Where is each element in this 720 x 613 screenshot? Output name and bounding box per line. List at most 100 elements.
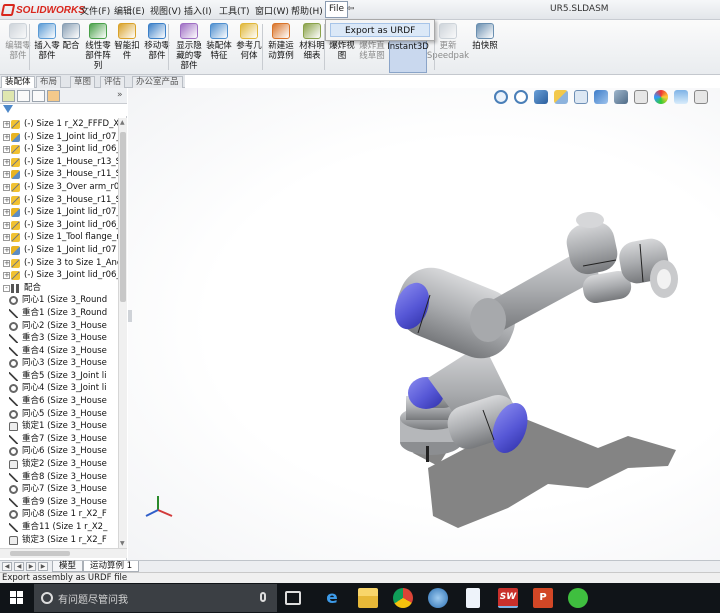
tree-item-mate[interactable]: 重合11 (Size 1 r_X2_ (0, 521, 118, 534)
microphone-icon[interactable] (260, 592, 266, 602)
expand-icon[interactable]: + (3, 121, 10, 128)
graphics-viewport[interactable] (128, 88, 720, 560)
wechat-icon[interactable] (568, 588, 588, 608)
next-tab-icon[interactable]: ▶ (26, 562, 36, 571)
expand-icon[interactable]: + (3, 183, 10, 191)
pin-icon[interactable]: ⇦ (347, 4, 357, 14)
prev-tab-icon[interactable]: ◀ (14, 562, 24, 571)
tree-item-component[interactable]: + (-) Size 3_Joint lid_r06_ (0, 219, 118, 232)
collapse-icon[interactable]: - (3, 284, 10, 292)
tree-item-component[interactable]: + (-) Size 1_Joint lid_r07 (0, 244, 118, 257)
first-tab-icon[interactable]: ◀ (2, 562, 12, 571)
toolbar-button-bom[interactable]: 材料明 细表 (299, 23, 325, 73)
tree-item-mate[interactable]: 同心7 (Size 3_House (0, 483, 118, 496)
filter-icon[interactable] (3, 105, 13, 113)
tree-item-mate[interactable]: 锁定2 (Size 3_House (0, 458, 118, 471)
toolbar-button-edit-component[interactable]: 编辑零 部件 (4, 23, 32, 73)
expand-icon[interactable]: + (3, 209, 10, 217)
tree-item-mate[interactable]: 同心1 (Size 3_Round (0, 294, 118, 307)
tree-item-mate[interactable]: 重合8 (Size 3_House (0, 471, 118, 484)
menu-edit[interactable]: 编辑(E) (114, 4, 145, 17)
expand-icon[interactable]: + (3, 259, 10, 267)
tree-item-component[interactable]: + (-) Size 3_House_r11_S (0, 194, 118, 207)
export-as-urdf-menu-item[interactable]: Export as URDF (330, 23, 430, 37)
toolbar-button-insert-component[interactable]: 插入零 部件 (34, 23, 60, 73)
tree-item-component[interactable]: + (-) Size 3_Joint lid_r06_ (0, 269, 118, 282)
tree-item-mate[interactable]: 同心2 (Size 3_House (0, 320, 118, 333)
tree-item-mate[interactable]: 重合3 (Size 3_House (0, 332, 118, 345)
property-manager-tab-icon[interactable] (17, 90, 30, 102)
menu-file-cn[interactable]: 文件(F) (80, 4, 110, 17)
tree-horizontal-scrollbar[interactable] (0, 548, 127, 558)
expand-icon[interactable]: + (3, 133, 10, 141)
tree-item-mate[interactable]: 同心6 (Size 3_House (0, 445, 118, 458)
expand-icon[interactable]: + (3, 158, 10, 166)
toolbar-button-speedpak[interactable]: 更新 Speedpak (427, 23, 469, 73)
windows-start-icon[interactable] (10, 591, 24, 605)
powerpoint-icon[interactable]: P (533, 588, 553, 608)
tree-item-mate[interactable]: 锁定1 (Size 3_House (0, 420, 118, 433)
document-app-icon[interactable] (466, 588, 480, 608)
tree-item-mate[interactable]: 同心8 (Size 1 r_X2_F (0, 508, 118, 521)
toolbar-button-new-motion-study[interactable]: 新建运 动算例 (266, 23, 296, 73)
tree-item-mate[interactable]: 重合4 (Size 3_House (0, 345, 118, 358)
menu-window[interactable]: 窗口(W) (255, 4, 289, 17)
toolbar-button-assembly-feature[interactable]: 装配体 特征 (205, 23, 233, 73)
toolbar-button-linear-pattern[interactable]: 线性零 部件阵 列 (84, 23, 112, 73)
configuration-manager-tab-icon[interactable] (32, 90, 45, 102)
menu-view[interactable]: 视图(V) (150, 4, 181, 17)
expand-icon[interactable]: + (3, 246, 10, 254)
tree-item-component[interactable]: + (-) Size 3_Joint lid_r06_ (0, 143, 118, 156)
edge-browser-icon[interactable]: e (322, 588, 342, 608)
scroll-down-icon[interactable]: ▼ (120, 540, 125, 547)
task-view-icon[interactable] (285, 591, 301, 605)
tree-item-component[interactable]: + (-) Size 1_Tool flange_r (0, 231, 118, 244)
tree-item-component[interactable]: + (-) Size 1_Joint lid_r07_ (0, 206, 118, 219)
expand-icon[interactable]: + (3, 221, 10, 229)
scroll-thumb[interactable] (120, 132, 126, 302)
expand-icon[interactable]: + (3, 272, 10, 280)
tab-model[interactable]: 模型 (52, 561, 84, 572)
tree-item-component[interactable]: + (-) Size 1 r_X2_FFFD_XC (0, 118, 118, 131)
tree-item-mates-folder[interactable]: - 配合 (0, 282, 118, 295)
expand-icon[interactable]: + (3, 196, 10, 204)
tree-item-component[interactable]: + (-) Size 1_House_r13_S (0, 156, 118, 169)
tree-item-mate[interactable]: 重合5 (Size 3_Joint li (0, 370, 118, 383)
tree-item-mate[interactable]: 重合7 (Size 3_House (0, 433, 118, 446)
last-tab-icon[interactable]: ▶ (38, 562, 48, 571)
menu-file-addin[interactable]: File (325, 1, 349, 18)
file-explorer-icon[interactable] (358, 588, 378, 608)
tab-layout[interactable]: 布局 (36, 76, 62, 88)
expand-icon[interactable]: + (3, 146, 10, 154)
tree-item-component[interactable]: + (-) Size 1_Joint lid_r07_ (0, 131, 118, 144)
toolbar-button-mate[interactable]: 配合 (61, 23, 81, 73)
toolbar-button-reference-geometry[interactable]: 参考几 何体 (235, 23, 263, 73)
solidworks-taskbar-icon[interactable]: SW (498, 588, 518, 608)
tree-item-mate[interactable]: 重合1 (Size 3_Round (0, 307, 118, 320)
menu-help[interactable]: 帮助(H) (291, 4, 323, 17)
tab-office-products[interactable]: 办公室产品 (132, 76, 183, 88)
tree-item-component[interactable]: + (-) Size 3_Over arm_r0 (0, 181, 118, 194)
tree-item-mate[interactable]: 重合9 (Size 3_House (0, 496, 118, 509)
tree-item-mate[interactable]: 同心5 (Size 3_House (0, 408, 118, 421)
toolbar-button-smart-fastener[interactable]: 智能扣 件 (113, 23, 141, 73)
expand-icon[interactable]: + (3, 171, 10, 179)
toolbar-button-show-hidden[interactable]: 显示隐 藏的零 部件 (174, 23, 204, 73)
tree-item-mate[interactable]: 锁定3 (Size 1 r_X2_F (0, 534, 118, 547)
panel-expand-icon[interactable]: » (117, 90, 123, 100)
expand-icon[interactable]: + (3, 234, 10, 242)
menu-tools[interactable]: 工具(T) (219, 4, 250, 17)
tree-item-mate[interactable]: 同心4 (Size 3_Joint li (0, 382, 118, 395)
feature-manager-tab-icon[interactable] (2, 90, 15, 102)
tab-assembly[interactable]: 装配体 (1, 76, 35, 88)
blue-app-icon[interactable] (428, 588, 448, 608)
menu-insert[interactable]: 插入(I) (184, 4, 212, 17)
tree-item-component[interactable]: + (-) Size 3 to Size 1_Anc (0, 257, 118, 270)
solidworks-logo[interactable]: SOLIDWORKS (0, 3, 85, 17)
tree-item-component[interactable]: + (-) Size 3_House_r11_S (0, 168, 118, 181)
toolbar-button-snapshot[interactable]: 拍快照 (472, 23, 498, 73)
hscroll-thumb[interactable] (10, 551, 70, 556)
tab-sketch[interactable]: 草图 (70, 76, 96, 88)
taskbar-search-box[interactable]: 有问题尽管问我 (34, 584, 277, 612)
tab-evaluate[interactable]: 评估 (100, 76, 126, 88)
